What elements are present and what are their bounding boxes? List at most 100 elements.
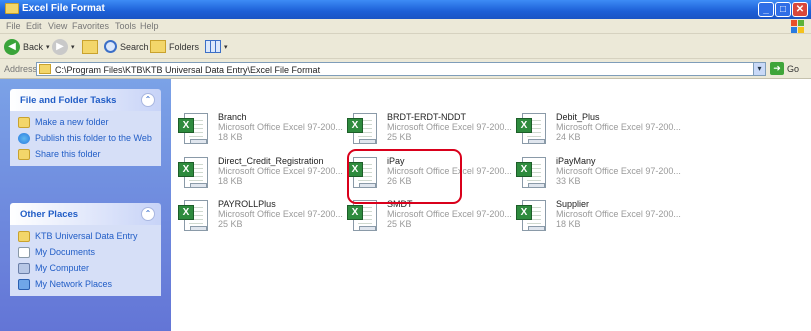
file-type: Microsoft Office Excel 97-200... (218, 209, 343, 219)
forward-button[interactable]: ▶ ▾ (52, 38, 75, 55)
task-publish-web[interactable]: Publish this folder to the Web (18, 133, 155, 144)
views-button[interactable]: ▾ (205, 38, 228, 55)
menu-file[interactable]: File (6, 21, 21, 31)
place-label: My Documents (35, 247, 96, 257)
folders-label: Folders (169, 41, 200, 52)
place-ktb-universal[interactable]: KTB Universal Data Entry (18, 231, 155, 242)
panel-body: Make a new folder Publish this folder to… (10, 111, 161, 166)
my-computer-icon (18, 263, 30, 274)
file-size: 18 KB (218, 176, 243, 186)
address-path: C:\Program Files\KTB\KTB Universal Data … (55, 65, 321, 75)
panel-header[interactable]: Other Places ⌃ (10, 203, 161, 225)
new-folder-icon (18, 117, 30, 128)
back-button[interactable]: ◀ Back ▾ (4, 38, 50, 55)
excel-file-icon: X (347, 199, 380, 233)
file-item[interactable]: X iPayMany Microsoft Office Excel 97-200… (516, 156, 684, 196)
my-documents-icon (18, 247, 30, 258)
maximize-button[interactable]: □ (775, 2, 791, 17)
file-name: iPayMany (556, 156, 596, 166)
file-type: Microsoft Office Excel 97-200... (556, 122, 681, 132)
file-size: 33 KB (556, 176, 581, 186)
file-item[interactable]: X Supplier Microsoft Office Excel 97-200… (516, 199, 684, 239)
search-button[interactable]: Search (104, 38, 149, 55)
file-item[interactable]: X Debit_Plus Microsoft Office Excel 97-2… (516, 112, 684, 152)
search-label: Search (120, 41, 149, 52)
file-list: X Branch Microsoft Office Excel 97-200..… (171, 79, 811, 331)
window-title: Excel File Format (22, 3, 105, 14)
toolbar: ◀ Back ▾ ▶ ▾ Search Folders ▾ (0, 34, 811, 59)
other-places-panel: Other Places ⌃ KTB Universal Data Entry … (10, 203, 161, 296)
back-arrow-icon: ◀ (4, 38, 20, 55)
place-my-computer[interactable]: My Computer (18, 263, 155, 274)
file-item[interactable]: X Branch Microsoft Office Excel 97-200..… (178, 112, 346, 152)
place-my-documents[interactable]: My Documents (18, 247, 155, 258)
collapse-icon[interactable]: ⌃ (141, 207, 155, 221)
excel-file-icon: X (516, 112, 549, 146)
file-size: 25 KB (218, 219, 243, 229)
folder-icon (5, 3, 19, 14)
menu-view[interactable]: View (48, 21, 67, 31)
folders-button[interactable]: Folders (150, 38, 199, 55)
address-label: Address (4, 64, 38, 74)
file-name: Direct_Credit_Registration (218, 156, 324, 166)
file-size: 18 KB (556, 219, 581, 229)
panel-body: KTB Universal Data Entry My Documents My… (10, 225, 161, 296)
address-dropdown[interactable]: ▾ (753, 63, 765, 75)
go-button[interactable]: ➜ Go (770, 62, 799, 75)
file-type: Microsoft Office Excel 97-200... (556, 166, 681, 176)
file-item[interactable]: X PAYROLLPlus Microsoft Office Excel 97-… (178, 199, 346, 239)
windows-logo-icon (791, 20, 804, 33)
excel-file-icon: X (516, 199, 549, 233)
views-icon (205, 40, 221, 53)
place-label: KTB Universal Data Entry (35, 231, 138, 241)
menu-favorites[interactable]: Favorites (72, 21, 109, 31)
file-type: Microsoft Office Excel 97-200... (218, 166, 343, 176)
go-arrow-icon: ➜ (770, 62, 784, 75)
file-type: Microsoft Office Excel 97-200... (387, 122, 512, 132)
collapse-icon[interactable]: ⌃ (141, 93, 155, 107)
file-size: 25 KB (387, 219, 412, 229)
chevron-down-icon: ▾ (46, 43, 50, 51)
close-button[interactable]: ✕ (792, 2, 808, 17)
place-label: My Network Places (35, 279, 113, 289)
file-item[interactable]: X SMDT Microsoft Office Excel 97-200... … (347, 199, 515, 239)
file-size: 25 KB (387, 132, 412, 142)
menu-edit[interactable]: Edit (26, 21, 42, 31)
menu-bar: File Edit View Favorites Tools Help (0, 19, 811, 34)
excel-file-icon: X (178, 156, 211, 190)
file-name: Debit_Plus (556, 112, 600, 122)
chevron-down-icon: ▾ (71, 43, 75, 51)
search-icon (104, 40, 117, 53)
place-network[interactable]: My Network Places (18, 279, 155, 290)
task-label: Make a new folder (35, 117, 109, 127)
excel-file-icon: X (178, 199, 211, 233)
chevron-down-icon: ▾ (224, 43, 228, 51)
place-label: My Computer (35, 263, 90, 273)
file-name: PAYROLLPlus (218, 199, 276, 209)
file-item[interactable]: X Direct_Credit_Registration Microsoft O… (178, 156, 346, 196)
task-make-new-folder[interactable]: Make a new folder (18, 117, 155, 128)
back-label: Back (23, 41, 44, 52)
folders-icon (150, 40, 166, 53)
highlight-annotation (347, 149, 462, 204)
file-folder-tasks-panel: File and Folder Tasks ⌃ Make a new folde… (10, 89, 161, 166)
share-folder-icon (18, 149, 30, 160)
file-type: Microsoft Office Excel 97-200... (556, 209, 681, 219)
task-label: Publish this folder to the Web (35, 133, 152, 143)
menu-help[interactable]: Help (140, 21, 159, 31)
file-name: Supplier (556, 199, 590, 209)
excel-file-icon: X (516, 156, 549, 190)
task-share-folder[interactable]: Share this folder (18, 149, 155, 160)
menu-tools[interactable]: Tools (115, 21, 136, 31)
file-type: Microsoft Office Excel 97-200... (387, 209, 512, 219)
panel-title: File and Folder Tasks (20, 95, 117, 106)
minimize-button[interactable]: _ (758, 2, 774, 17)
title-bar: Excel File Format _ □ ✕ (0, 0, 811, 19)
file-item[interactable]: X BRDT-ERDT-NDDT Microsoft Office Excel … (347, 112, 515, 152)
address-input[interactable]: C:\Program Files\KTB\KTB Universal Data … (36, 62, 766, 76)
up-folder-button[interactable] (82, 38, 98, 55)
task-label: Share this folder (35, 149, 101, 159)
panel-header[interactable]: File and Folder Tasks ⌃ (10, 89, 161, 111)
address-bar: Address C:\Program Files\KTB\KTB Univers… (0, 59, 811, 79)
forward-arrow-icon: ▶ (52, 38, 68, 55)
